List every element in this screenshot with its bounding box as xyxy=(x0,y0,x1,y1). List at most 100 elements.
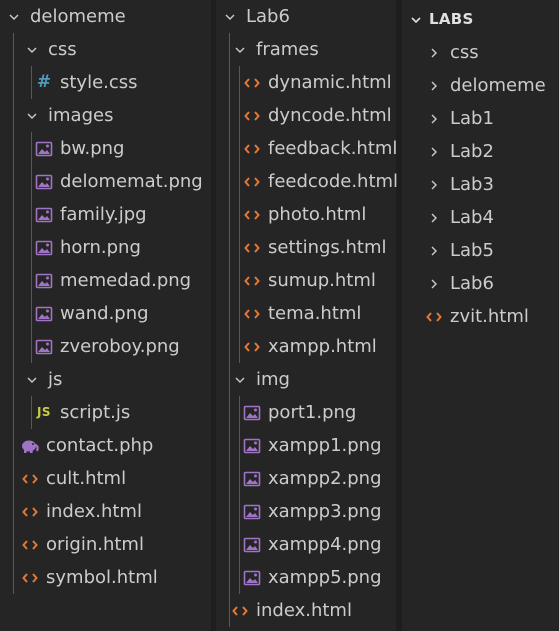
file-contact-php[interactable]: contact.php xyxy=(20,429,153,462)
image-file-icon xyxy=(242,429,262,462)
file-dynamic-html[interactable]: dynamic.html xyxy=(242,66,392,99)
folder-frames[interactable]: frames xyxy=(230,33,319,66)
file-dyncode-html[interactable]: dyncode.html xyxy=(242,99,392,132)
file-style-css[interactable]: # style.css xyxy=(34,66,138,99)
folder-lab1[interactable]: Lab1 xyxy=(424,102,494,135)
file-label: xampp.html xyxy=(268,336,377,357)
folder-lab4[interactable]: Lab4 xyxy=(424,201,494,234)
folder-label: js xyxy=(48,369,63,390)
html-file-icon xyxy=(20,495,40,528)
file-label: photo.html xyxy=(268,204,367,225)
html-file-icon xyxy=(424,300,444,333)
chevron-right-icon xyxy=(424,102,444,135)
image-file-icon xyxy=(34,231,54,264)
folder-label: Lab6 xyxy=(246,6,290,27)
html-file-icon xyxy=(242,297,262,330)
folder-css[interactable]: css xyxy=(424,36,479,69)
file-script-js[interactable]: JS script.js xyxy=(34,396,130,429)
file-xampp4-png[interactable]: xampp4.png xyxy=(242,528,382,561)
image-file-icon xyxy=(242,528,262,561)
workspace-labs[interactable]: LABS xyxy=(406,3,474,36)
file-xampp1-png[interactable]: xampp1.png xyxy=(242,429,382,462)
file-label: memedad.png xyxy=(60,270,192,291)
file-xampp3-png[interactable]: xampp3.png xyxy=(242,495,382,528)
file-label: style.css xyxy=(60,72,138,93)
file-xampp-html[interactable]: xampp.html xyxy=(242,330,377,363)
folder-label: delomeme xyxy=(450,75,546,96)
file-label: feedcode.html xyxy=(268,171,399,192)
file-memedad-png[interactable]: memedad.png xyxy=(34,264,191,297)
folder-lab3[interactable]: Lab3 xyxy=(424,168,494,201)
file-family-jpg[interactable]: family.jpg xyxy=(34,198,147,231)
html-file-icon xyxy=(242,231,262,264)
file-wand-png[interactable]: wand.png xyxy=(34,297,149,330)
file-horn-png[interactable]: horn.png xyxy=(34,231,141,264)
folder-js[interactable]: js xyxy=(22,363,62,396)
indent-guide xyxy=(31,396,32,429)
file-symbol-html[interactable]: symbol.html xyxy=(20,561,158,594)
file-tema-html[interactable]: tema.html xyxy=(242,297,361,330)
indent-guide xyxy=(31,66,32,99)
file-label: sumup.html xyxy=(268,270,376,291)
file-xampp2-png[interactable]: xampp2.png xyxy=(242,462,382,495)
chevron-down-icon xyxy=(22,363,42,396)
folder-label: Lab5 xyxy=(450,240,494,261)
file-settings-html[interactable]: settings.html xyxy=(242,231,387,264)
folder-label: Lab3 xyxy=(450,174,494,195)
folder-delomeme[interactable]: delomeme xyxy=(4,0,126,33)
chevron-down-icon xyxy=(230,363,250,396)
html-file-icon xyxy=(242,330,262,363)
chevron-down-icon xyxy=(22,99,42,132)
file-zveroboy-png[interactable]: zveroboy.png xyxy=(34,330,180,363)
file-label: feedback.html xyxy=(268,138,398,159)
file-label: index.html xyxy=(256,600,352,621)
folder-label: Lab2 xyxy=(450,141,494,162)
html-file-icon xyxy=(20,528,40,561)
file-delomemat-png[interactable]: delomemat.png xyxy=(34,165,203,198)
file-label: cult.html xyxy=(46,468,127,489)
file-label: zvit.html xyxy=(450,306,529,327)
folder-lab5[interactable]: Lab5 xyxy=(424,234,494,267)
file-index-html[interactable]: index.html xyxy=(20,495,142,528)
html-file-icon xyxy=(242,99,262,132)
folder-img[interactable]: img xyxy=(230,363,290,396)
file-label: zveroboy.png xyxy=(60,336,180,357)
file-label: origin.html xyxy=(46,534,144,555)
file-zvit-html[interactable]: zvit.html xyxy=(424,300,529,333)
folder-lab6[interactable]: Lab6 xyxy=(220,0,290,33)
folder-label: Lab4 xyxy=(450,207,494,228)
php-file-icon xyxy=(20,429,40,462)
indent-guide xyxy=(239,66,240,363)
file-port1-png[interactable]: port1.png xyxy=(242,396,356,429)
file-feedcode-html[interactable]: feedcode.html xyxy=(242,165,398,198)
chevron-right-icon xyxy=(424,168,444,201)
file-label: port1.png xyxy=(268,402,357,423)
folder-lab2[interactable]: Lab2 xyxy=(424,135,494,168)
file-label: script.js xyxy=(60,402,131,423)
folder-css[interactable]: css xyxy=(22,33,77,66)
indent-guide xyxy=(31,132,32,363)
file-photo-html[interactable]: photo.html xyxy=(242,198,366,231)
html-file-icon xyxy=(20,462,40,495)
file-xampp5-png[interactable]: xampp5.png xyxy=(242,561,382,594)
file-label: dyncode.html xyxy=(268,105,392,126)
folder-lab6[interactable]: Lab6 xyxy=(424,267,494,300)
file-origin-html[interactable]: origin.html xyxy=(20,528,144,561)
file-sumup-html[interactable]: sumup.html xyxy=(242,264,376,297)
chevron-right-icon xyxy=(424,201,444,234)
folder-label: images xyxy=(48,105,114,126)
chevron-down-icon xyxy=(22,33,42,66)
file-feedback-html[interactable]: feedback.html xyxy=(242,132,397,165)
html-file-icon xyxy=(242,165,262,198)
file-index-html[interactable]: index.html xyxy=(230,594,352,627)
file-bw-png[interactable]: bw.png xyxy=(34,132,124,165)
chevron-right-icon xyxy=(424,69,444,102)
html-file-icon xyxy=(242,264,262,297)
chevron-right-icon xyxy=(424,135,444,168)
chevron-down-icon xyxy=(406,3,426,36)
folder-delomeme[interactable]: delomeme xyxy=(424,69,546,102)
folder-images[interactable]: images xyxy=(22,99,113,132)
file-label: wand.png xyxy=(60,303,149,324)
file-label: dynamic.html xyxy=(268,72,392,93)
file-cult-html[interactable]: cult.html xyxy=(20,462,126,495)
